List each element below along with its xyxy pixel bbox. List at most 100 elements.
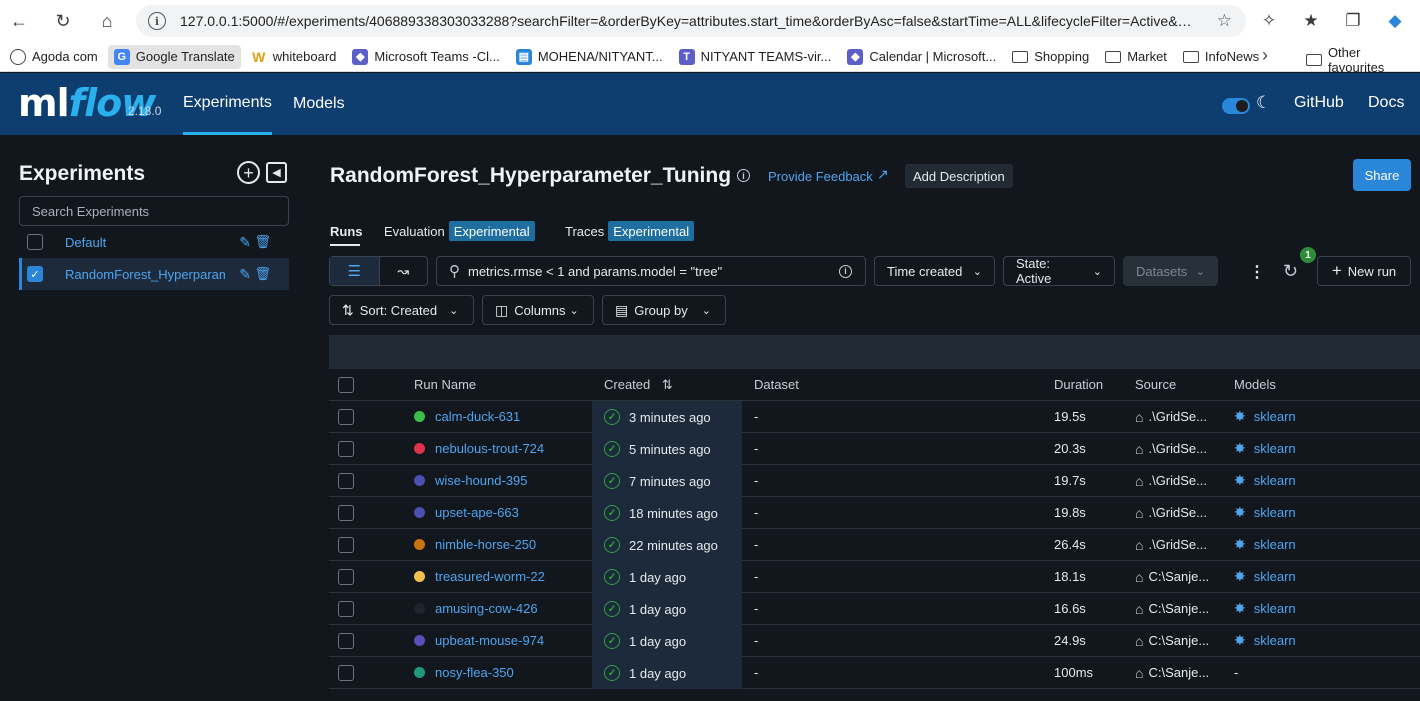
home-icon[interactable]: ⌂ (90, 4, 124, 38)
datasets-select[interactable]: Datasets ⌄ (1123, 256, 1218, 286)
tab-traces[interactable]: Traces Experimental (565, 221, 695, 241)
source-cell[interactable]: ⌂ C:\Sanje... (1135, 601, 1209, 617)
site-info-icon[interactable]: i (148, 12, 166, 30)
favourites-icon[interactable]: ★ (1294, 4, 1328, 38)
pencil-icon[interactable]: ✎ (239, 234, 251, 251)
dark-mode-toggle[interactable] (1222, 98, 1250, 114)
group-by-button[interactable]: ▤ Group by ⌄ (602, 295, 726, 325)
table-row[interactable]: wise-hound-395 ✓ 7 minutes ago - 19.7s ⌂ .\Gri… (329, 465, 1420, 497)
tab-evaluation[interactable]: Evaluation Experimental (384, 221, 535, 241)
bookmark-agoda[interactable]: Agoda com (4, 45, 104, 69)
run-name-link[interactable]: nebulous-trout-724 (414, 441, 544, 456)
bookmark-other-favourites[interactable]: Other favourites (1306, 45, 1420, 75)
back-arrow-icon[interactable]: ← (2, 4, 36, 38)
github-link[interactable]: GitHub (1294, 94, 1344, 112)
source-cell[interactable]: ⌂ C:\Sanje... (1135, 665, 1209, 681)
refresh-icon[interactable]: ↻ (1283, 261, 1298, 282)
model-cell[interactable]: ✸ sklearn (1234, 568, 1296, 585)
run-name-link[interactable]: upset-ape-663 (414, 505, 519, 520)
bookmark-infonews[interactable]: InfoNews (1177, 45, 1265, 69)
extensions-icon[interactable]: ✧ (1252, 4, 1286, 38)
table-row[interactable]: treasured-worm-22 ✓ 1 day ago - 18.1s ⌂ C:\San… (329, 561, 1420, 593)
model-cell[interactable]: ✸ sklearn (1234, 536, 1296, 553)
header-models[interactable]: Models (1234, 377, 1276, 392)
table-row[interactable]: nebulous-trout-724 ✓ 5 minutes ago - 20.3s ⌂.… (329, 433, 1420, 465)
table-row[interactable]: amusing-cow-426 ✓ 1 day ago - 16.6s ⌂ C:\Sanje… (329, 593, 1420, 625)
row-checkbox[interactable] (338, 472, 354, 489)
address-bar[interactable]: i 127.0.0.1:5000/#/experiments/406889338… (136, 5, 1246, 37)
pencil-icon[interactable]: ✎ (239, 266, 251, 283)
bookmark-calendar[interactable]: ◆ Calendar | Microsoft... (841, 45, 1002, 69)
list-view-icon[interactable]: ☰ (330, 257, 380, 285)
copilot-icon[interactable]: ◆ (1378, 4, 1412, 38)
add-description-button[interactable]: Add Description (905, 164, 1013, 188)
source-cell[interactable]: ⌂ C:\Sanje... (1135, 633, 1209, 649)
share-button[interactable]: Share (1353, 159, 1411, 191)
row-checkbox[interactable] (338, 440, 354, 457)
bookmark-nityant-teams[interactable]: T NITYANT TEAMS-vir... (673, 45, 838, 69)
source-cell[interactable]: ⌂ .\GridSe... (1135, 505, 1207, 521)
external-link-icon[interactable]: ↗ (877, 166, 889, 183)
model-cell[interactable]: ✸ sklearn (1234, 440, 1296, 457)
table-row[interactable]: calm-duck-631 ✓ 3 minutes ago - 19.5s ⌂ .\Grid… (329, 401, 1420, 433)
chart-view-icon[interactable]: ↝ (380, 257, 428, 285)
model-cell[interactable]: ✸ sklearn (1234, 632, 1296, 649)
run-name-link[interactable]: nosy-flea-350 (414, 665, 514, 680)
nav-experiments[interactable]: Experiments (183, 73, 272, 135)
new-run-button[interactable]: + New run (1317, 256, 1411, 286)
model-cell[interactable]: ✸ sklearn (1234, 600, 1296, 617)
add-experiment-icon[interactable]: + (237, 161, 260, 184)
search-experiments-input[interactable] (19, 196, 289, 226)
bookmark-whiteboard[interactable]: W whiteboard (245, 45, 343, 69)
nav-models[interactable]: Models (293, 73, 345, 135)
sidebar-item-default[interactable]: Default ✎ 🗑 (19, 226, 289, 258)
run-search-input[interactable]: ⚲ metrics.rmse < 1 and params.model = "t… (436, 256, 866, 286)
experiment-name[interactable]: RandomForest_Hyperparameter_Tuning (65, 267, 225, 282)
info-icon[interactable]: i (839, 264, 852, 278)
experiment-name[interactable]: Default (65, 235, 225, 250)
experiment-checkbox[interactable] (27, 234, 43, 250)
bookmark-google-translate[interactable]: G Google Translate (107, 44, 241, 69)
header-duration[interactable]: Duration (1054, 377, 1103, 392)
tab-runs[interactable]: Runs (330, 224, 363, 239)
bookmark-market[interactable]: Market (1099, 45, 1173, 69)
source-cell[interactable]: ⌂ .\GridSe... (1135, 537, 1207, 553)
collapse-sidebar-icon[interactable]: ◀ (266, 162, 287, 183)
row-checkbox[interactable] (338, 632, 354, 649)
source-cell[interactable]: ⌂ .\GridSe... (1135, 473, 1207, 489)
run-name-link[interactable]: treasured-worm-22 (414, 569, 545, 584)
bookmark-teams-cl[interactable]: ◆ Microsoft Teams -Cl... (346, 45, 505, 69)
bookmark-mohena[interactable]: ▤ MOHENA/NITYANT... (510, 45, 669, 69)
model-cell[interactable]: ✸ sklearn (1234, 472, 1296, 489)
sidebar-item-randomforest[interactable]: ✓ RandomForest_Hyperparameter_Tuning ✎ 🗑 (19, 258, 289, 290)
header-created[interactable]: Created ⇅ (604, 377, 673, 393)
table-row[interactable]: nimble-horse-250 ✓ 22 minutes ago - 26.4s ⌂ .\… (329, 529, 1420, 561)
table-row[interactable]: upbeat-mouse-974 ✓ 1 day ago - 24.9s ⌂ C:\Sanj… (329, 625, 1420, 657)
row-checkbox[interactable] (338, 600, 354, 617)
reload-icon[interactable]: ↻ (46, 4, 80, 38)
chevron-right-icon[interactable]: › (1262, 45, 1268, 66)
docs-link[interactable]: Docs (1368, 94, 1404, 112)
table-row[interactable]: nosy-flea-350 ✓ 1 day ago - 100ms ⌂ C:\Sanje..… (329, 657, 1420, 689)
header-dataset[interactable]: Dataset (754, 377, 799, 392)
source-cell[interactable]: ⌂ C:\Sanje... (1135, 569, 1209, 585)
source-cell[interactable]: ⌂ .\GridSe... (1135, 441, 1207, 457)
row-checkbox[interactable] (338, 664, 354, 681)
row-checkbox[interactable] (338, 568, 354, 585)
info-icon[interactable]: i (737, 169, 750, 182)
run-name-link[interactable]: amusing-cow-426 (414, 601, 538, 616)
sort-button[interactable]: ⇅ Sort: Created ⌄ (329, 295, 474, 325)
row-checkbox[interactable] (338, 536, 354, 553)
trash-icon[interactable]: 🗑 (254, 234, 271, 250)
time-created-select[interactable]: Time created ⌄ (874, 256, 995, 286)
model-cell[interactable]: ✸ sklearn (1234, 408, 1296, 425)
columns-button[interactable]: ◫ Columns ⌄ (482, 295, 594, 325)
run-name-link[interactable]: upbeat-mouse-974 (414, 633, 544, 648)
run-name-link[interactable]: calm-duck-631 (414, 409, 520, 424)
model-cell[interactable]: - (1234, 665, 1238, 680)
header-run-name[interactable]: Run Name (414, 377, 476, 392)
provide-feedback-link[interactable]: Provide Feedback (768, 169, 873, 184)
select-all-checkbox[interactable] (338, 376, 354, 393)
row-checkbox[interactable] (338, 408, 354, 425)
state-select[interactable]: State: Active ⌄ (1003, 256, 1115, 286)
